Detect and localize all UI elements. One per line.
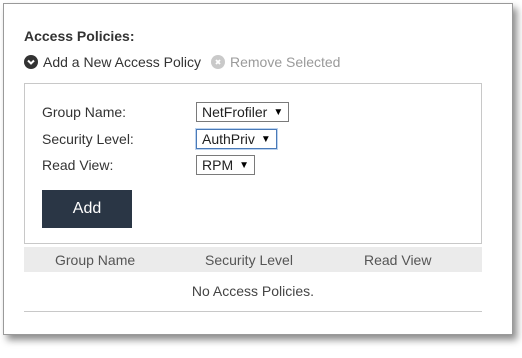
- security-level-value: AuthPriv: [202, 131, 255, 147]
- column-header-security-level[interactable]: Security Level: [205, 252, 293, 268]
- circle-chevron-down-icon: [24, 55, 38, 69]
- column-header-group-name[interactable]: Group Name: [55, 252, 135, 268]
- group-name-select[interactable]: NetFrofiler ▼: [196, 102, 290, 122]
- read-view-row: Read View: RPM ▼: [42, 154, 256, 176]
- policy-actions: Add a New Access Policy Remove Selected: [24, 54, 340, 70]
- group-name-row: Group Name: NetFrofiler ▼: [42, 101, 290, 123]
- empty-table-message: No Access Policies.: [191, 283, 315, 299]
- access-policies-panel: Access Policies: Add a New Access Policy…: [3, 3, 513, 335]
- read-view-value: RPM: [202, 157, 234, 173]
- group-name-label: Group Name:: [42, 104, 127, 120]
- security-level-select[interactable]: AuthPriv ▼: [196, 129, 277, 149]
- group-name-value: NetFrofiler: [202, 104, 268, 120]
- security-level-row: Security Level: AuthPriv ▼: [42, 128, 277, 150]
- read-view-select[interactable]: RPM ▼: [196, 155, 256, 175]
- new-policy-form: Group Name: NetFrofiler ▼ Security Level…: [24, 83, 482, 244]
- policies-table-header: Group Name Security Level Read View: [24, 247, 482, 272]
- caret-down-icon: ▼: [239, 159, 250, 171]
- remove-selected-label: Remove Selected: [229, 54, 341, 70]
- add-policy-link[interactable]: Add a New Access Policy: [24, 54, 201, 70]
- circle-x-icon: [210, 55, 225, 69]
- security-level-label: Security Level:: [42, 131, 134, 147]
- add-policy-label: Add a New Access Policy: [43, 54, 201, 70]
- add-button[interactable]: Add: [42, 190, 132, 228]
- remove-selected-link[interactable]: Remove Selected: [210, 54, 341, 70]
- caret-down-icon: ▼: [260, 133, 271, 145]
- section-title: Access Policies:: [24, 28, 135, 44]
- caret-down-icon: ▼: [273, 106, 284, 118]
- table-bottom-divider: [24, 311, 482, 312]
- column-header-read-view[interactable]: Read View: [364, 252, 431, 268]
- read-view-label: Read View:: [42, 157, 114, 173]
